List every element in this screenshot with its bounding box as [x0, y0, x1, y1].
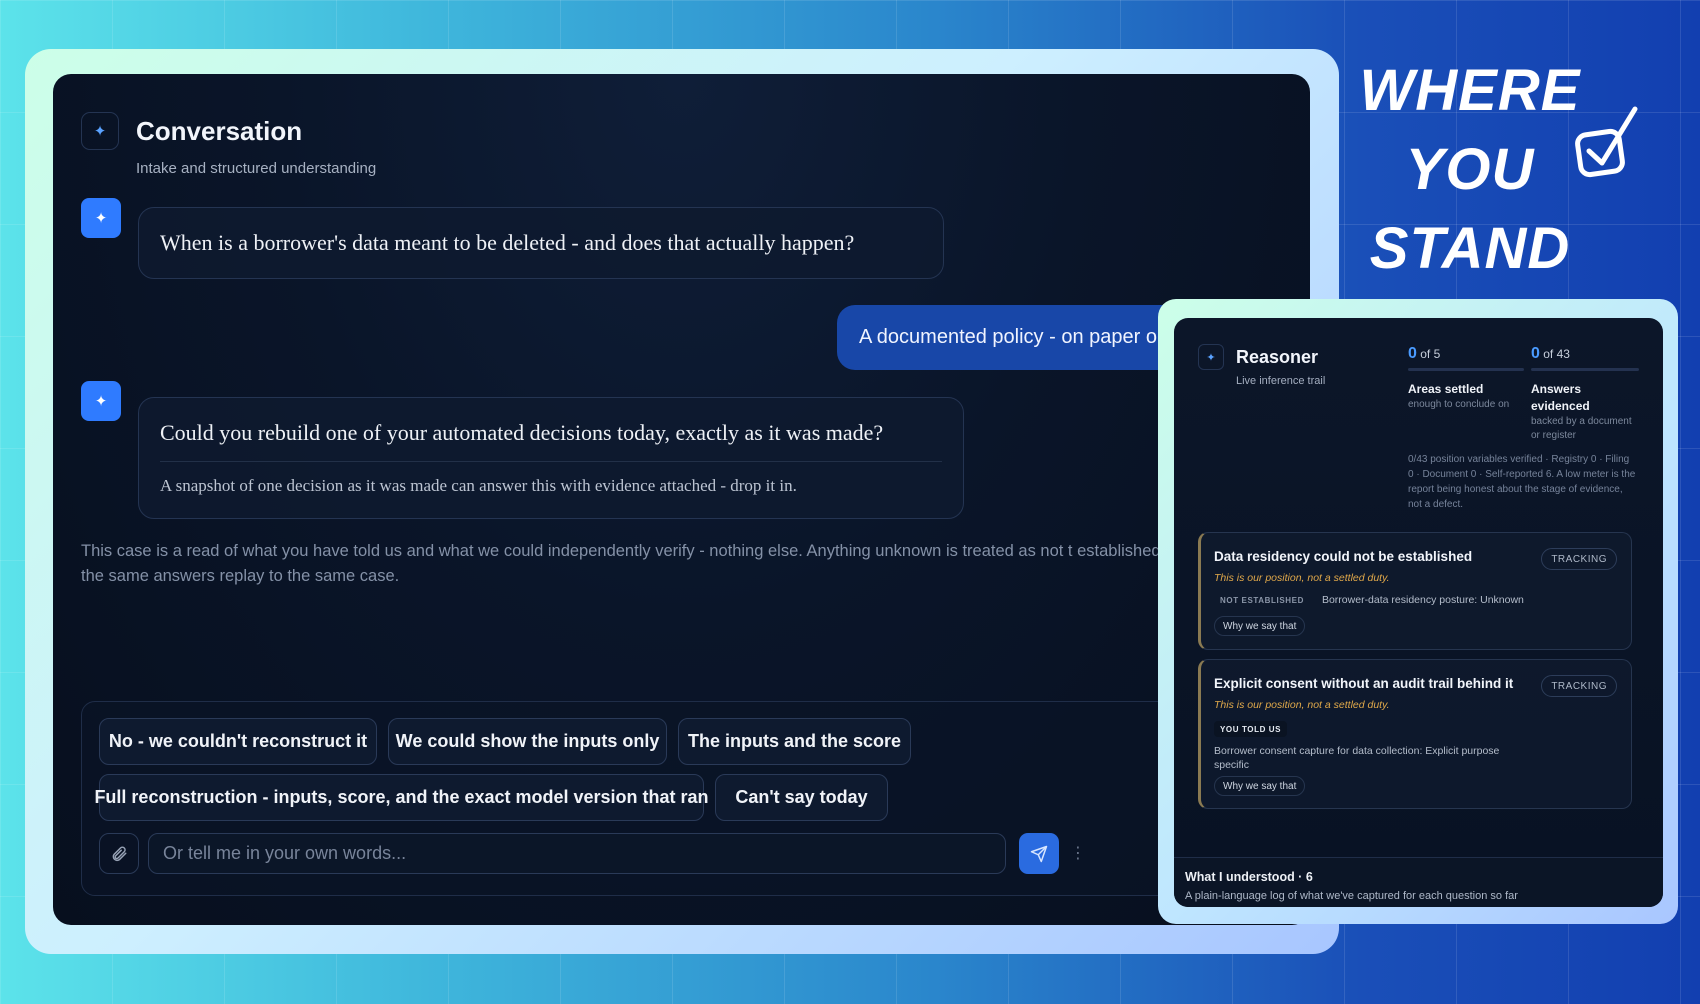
stat-progress-bar: [1531, 368, 1639, 371]
quick-reply-button[interactable]: Can't say today: [715, 774, 888, 821]
evidence-tag: YOU TOLD US: [1214, 721, 1288, 737]
headline-line: STAND: [1369, 216, 1571, 281]
card-position-note: This is our position, not a settled duty…: [1214, 572, 1390, 584]
send-icon[interactable]: [1019, 833, 1059, 874]
bot-message-text: When is a borrower's data meant to be de…: [160, 230, 855, 255]
verification-note: 0/43 position variables verified · Regis…: [1408, 454, 1636, 510]
why-button[interactable]: Why we say that: [1214, 776, 1306, 796]
conversation-window-frame: ✦ Conversation Intake and structured und…: [25, 49, 1339, 954]
stat-progress-bar: [1408, 368, 1524, 371]
headline-line: WHERE: [1359, 58, 1581, 123]
quick-reply-button[interactable]: Full reconstruction - inputs, score, and…: [94, 774, 709, 821]
stat-value: 0: [1531, 345, 1540, 362]
sparkle-icon: ✦: [1198, 344, 1224, 370]
understood-log[interactable]: What I understood · 6 A plain-language l…: [1174, 857, 1663, 907]
stat-value: 0: [1408, 345, 1417, 362]
card-detail-row: NOT ESTABLISHED Borrower-data residency …: [1214, 594, 1524, 606]
bot-message-hint: A snapshot of one decision as it was mad…: [160, 476, 797, 495]
card-detail: Borrower-data residency posture: Unknown: [1321, 594, 1524, 606]
headline: WHERE YOU STAND: [1340, 51, 1600, 288]
conversation-window: ✦ Conversation Intake and structured und…: [53, 74, 1310, 925]
stat-sub: backed by a document or register: [1531, 416, 1632, 441]
stat-of: of 43: [1543, 347, 1570, 361]
message-divider: [160, 461, 942, 462]
evidence-tag: NOT ESTABLISHED: [1220, 595, 1304, 605]
bot-avatar-sparkle-icon: ✦: [81, 198, 121, 238]
bot-message-text: Could you rebuild one of your automated …: [160, 420, 884, 445]
position-card[interactable]: Explicit consent without an audit trail …: [1198, 659, 1632, 809]
stat-answers-evidenced: 0 of 43 Answers evidenced backed by a do…: [1531, 345, 1639, 443]
log-subtitle: A plain-language log of what we've captu…: [1185, 890, 1518, 902]
conversation-title: Conversation: [136, 116, 303, 146]
log-title: What I understood · 6: [1185, 870, 1313, 884]
reply-composer: No - we couldn't reconstruct it We could…: [81, 701, 1241, 896]
headline-line: YOU: [1405, 137, 1535, 202]
stat-of: of 5: [1420, 347, 1441, 361]
user-message-text: A documented policy - on paper only: [859, 326, 1183, 348]
message-input[interactable]: [148, 833, 1006, 874]
stat-label: Areas settled: [1408, 382, 1484, 396]
checkbox-check-icon: [1575, 106, 1638, 178]
stat-areas-settled: 0 of 5 Areas settled enough to conclude …: [1408, 345, 1524, 412]
card-title: Data residency could not be established: [1214, 549, 1473, 564]
status-badge: TRACKING: [1541, 548, 1617, 570]
stat-sub: enough to conclude on: [1408, 399, 1510, 410]
reasoner-window-frame: ✦ Reasoner Live inference trail 0 of 5 A…: [1158, 299, 1678, 924]
card-detail: Borrower consent capture for data collec…: [1214, 745, 1500, 771]
quick-reply-button[interactable]: No - we couldn't reconstruct it: [99, 718, 377, 765]
paperclip-icon[interactable]: [99, 833, 139, 874]
quick-reply-button[interactable]: We could show the inputs only: [388, 718, 667, 765]
stat-label: Answers evidenced: [1531, 382, 1590, 413]
case-disclaimer: This case is a read of what you have tol…: [81, 542, 1198, 585]
card-title: Explicit consent without an audit trail …: [1214, 676, 1514, 691]
more-icon[interactable]: ⋮: [1070, 843, 1086, 863]
reasoner-title: Reasoner: [1236, 347, 1319, 367]
card-position-note: This is our position, not a settled duty…: [1214, 699, 1390, 711]
quick-reply-button[interactable]: The inputs and the score: [678, 718, 911, 765]
sparkle-icon: ✦: [81, 112, 119, 150]
status-badge: TRACKING: [1541, 675, 1617, 697]
reasoner-subtitle: Live inference trail: [1236, 375, 1326, 387]
bot-message-1: When is a borrower's data meant to be de…: [138, 207, 944, 279]
conversation-subtitle: Intake and structured understanding: [136, 160, 377, 177]
why-button[interactable]: Why we say that: [1214, 616, 1306, 636]
bot-avatar-sparkle-icon: ✦: [81, 381, 121, 421]
bot-message-2: Could you rebuild one of your automated …: [138, 397, 964, 519]
reasoner-window: ✦ Reasoner Live inference trail 0 of 5 A…: [1174, 318, 1663, 907]
position-card[interactable]: Data residency could not be established …: [1198, 532, 1632, 650]
